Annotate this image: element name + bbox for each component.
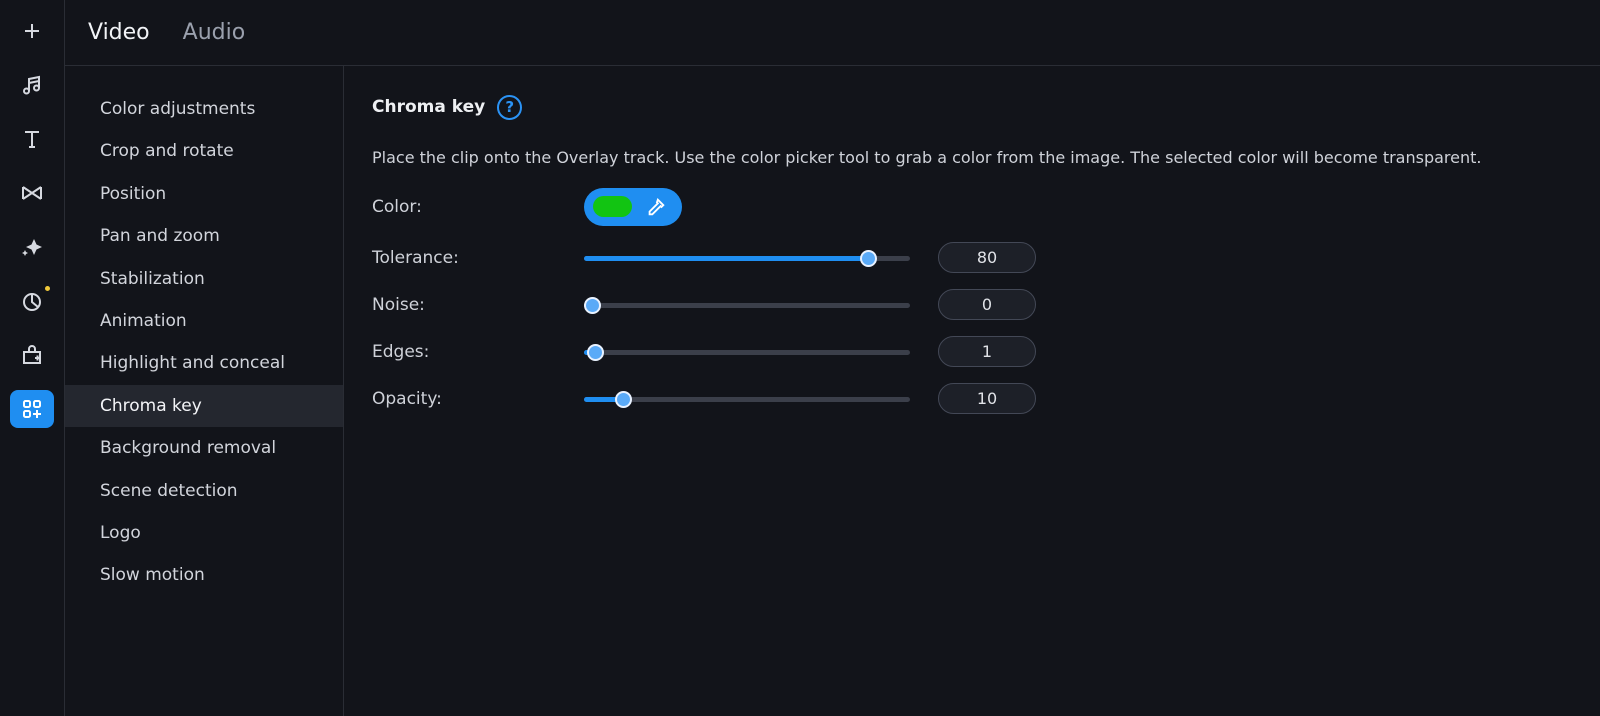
music-icon [23, 75, 40, 95]
app-window: Video Audio Color adjustments Crop and ro… [0, 0, 1600, 716]
help-icon[interactable]: ? [497, 94, 523, 120]
opacity-label: Opacity: [372, 388, 442, 409]
opacity-value-input[interactable]: 10 [938, 383, 1036, 414]
stickers-icon [23, 293, 41, 311]
setting-item[interactable]: Crop and rotate [65, 130, 343, 172]
noise-value-input[interactable]: 0 [938, 289, 1036, 320]
slider-thumb[interactable] [859, 249, 877, 267]
setting-item[interactable]: Pan and zoom [65, 215, 343, 257]
stickers-button[interactable] [10, 282, 54, 320]
notification-dot [45, 286, 50, 291]
more-tools-button[interactable] [10, 390, 54, 428]
setting-item[interactable]: Chroma key [65, 384, 343, 428]
edges-label: Edges: [372, 341, 430, 362]
add-media-button[interactable] [10, 12, 54, 50]
color-row: Color: [372, 183, 1572, 230]
eyedropper-icon [648, 197, 665, 215]
opacity-row: Opacity: 10 [372, 375, 1572, 422]
titles-button[interactable] [10, 120, 54, 158]
panel-description: Place the clip onto the Overlay track. U… [372, 148, 1482, 167]
setting-item[interactable]: Logo [65, 512, 343, 554]
tolerance-slider[interactable] [584, 248, 910, 268]
slider-thumb[interactable] [587, 343, 605, 361]
sparkle-icon [22, 239, 42, 256]
setting-item[interactable]: Color adjustments [65, 88, 343, 130]
transitions-icon [22, 186, 42, 200]
color-picker-button[interactable] [584, 187, 682, 226]
slider-fill [584, 255, 868, 261]
chroma-key-panel: Chroma key ? Place the clip onto the Ove… [344, 66, 1600, 716]
slider-thumb[interactable] [584, 296, 602, 314]
setting-item[interactable]: Position [65, 173, 343, 215]
edges-value-input[interactable]: 1 [938, 336, 1036, 367]
tab-bar: Video Audio [65, 0, 1600, 66]
plus-icon [25, 24, 39, 38]
setting-item[interactable]: Stabilization [65, 258, 343, 300]
edges-row: Edges: 1 [372, 328, 1572, 375]
tolerance-label: Tolerance: [372, 247, 459, 268]
tools-body: Color adjustments Crop and rotate Position… [65, 66, 1600, 716]
noise-slider[interactable] [584, 295, 910, 315]
setting-item[interactable]: Background removal [65, 427, 343, 469]
setting-item[interactable]: Highlight and conceal [65, 342, 343, 384]
tool-rail [0, 0, 65, 716]
slider-track [584, 396, 910, 402]
text-icon [25, 131, 39, 148]
panel-title: Chroma key [372, 97, 486, 117]
color-swatch [593, 196, 632, 217]
noise-row: Noise: 0 [372, 281, 1572, 328]
tab-audio[interactable]: Audio [183, 20, 246, 45]
edges-slider[interactable] [584, 342, 910, 362]
setting-item[interactable]: Animation [65, 300, 343, 342]
main-content: Video Audio Color adjustments Crop and ro… [65, 0, 1600, 716]
tolerance-row: Tolerance: 80 [372, 234, 1572, 281]
color-label: Color: [372, 196, 422, 217]
more-tools-icon [23, 400, 41, 418]
setting-item[interactable]: Scene detection [65, 470, 343, 512]
effects-button[interactable] [10, 228, 54, 266]
slider-thumb[interactable] [615, 390, 633, 408]
settings-list: Color adjustments Crop and rotate Position… [65, 66, 344, 716]
store-icon [23, 345, 41, 364]
music-button[interactable] [10, 66, 54, 104]
setting-item[interactable]: Slow motion [65, 554, 343, 596]
store-button[interactable] [10, 336, 54, 374]
tolerance-value-input[interactable]: 80 [938, 242, 1036, 273]
noise-label: Noise: [372, 294, 425, 315]
transitions-button[interactable] [10, 174, 54, 212]
panel-header: Chroma key ? [372, 92, 1572, 122]
slider-track [584, 302, 910, 308]
slider-rows: Tolerance: 80 Noise: 0 Edges: 1 Opacity: 10 [372, 234, 1572, 422]
slider-track [584, 349, 910, 355]
opacity-slider[interactable] [584, 389, 910, 409]
tab-video[interactable]: Video [88, 20, 150, 45]
